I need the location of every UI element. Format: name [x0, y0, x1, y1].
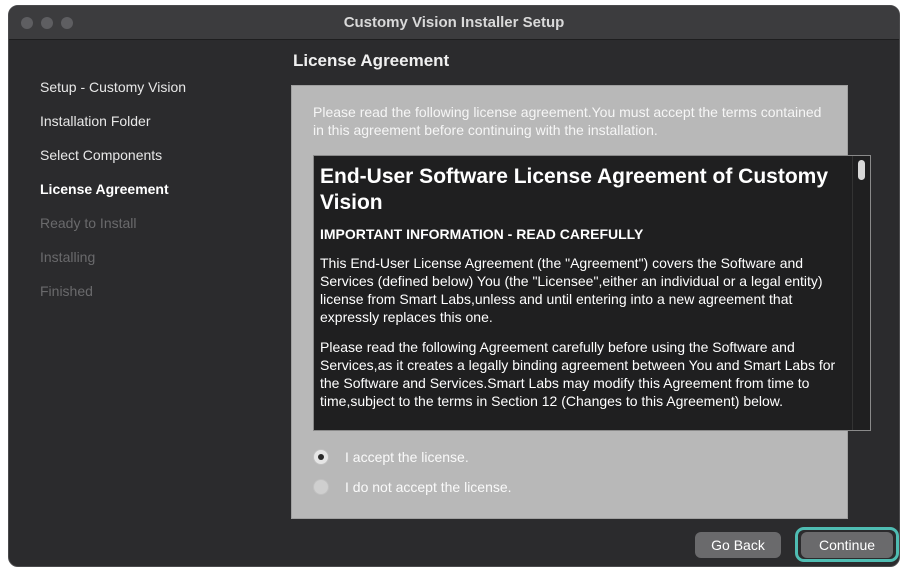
- license-panel: Please read the following license agreem…: [291, 85, 871, 519]
- step-finished: Finished: [40, 283, 93, 299]
- license-scrollbar[interactable]: [852, 156, 870, 430]
- window-title: Customy Vision Installer Setup: [343, 14, 565, 31]
- continue-button[interactable]: Continue: [801, 532, 893, 558]
- step-installation-folder: Installation Folder: [40, 113, 151, 129]
- intro-text: Please read the following license agreem…: [313, 104, 822, 138]
- license-paragraph: This End-User License Agreement (the "Ag…: [320, 255, 823, 325]
- accept-radio-button[interactable]: [313, 449, 329, 465]
- decline-radio-button[interactable]: [313, 479, 329, 495]
- title-bar: Customy Vision Installer Setup: [9, 6, 899, 40]
- license-title: End-User Software License Agreement of C…: [320, 165, 828, 214]
- steps-sidebar: Setup - Customy Vision Installation Fold…: [9, 40, 279, 566]
- step-setup: Setup - Customy Vision: [40, 79, 187, 95]
- step-select-components: Select Components: [40, 147, 163, 163]
- license-text-area[interactable]: End-User Software License Agreement of C…: [313, 155, 871, 431]
- license-paragraph: Please read the following Agreement care…: [320, 339, 836, 409]
- decline-radio-label[interactable]: I do not accept the license.: [345, 479, 512, 495]
- scrollbar-thumb[interactable]: [858, 160, 865, 180]
- step-installing: Installing: [40, 249, 96, 265]
- accept-license-option[interactable]: I accept the license.: [313, 449, 469, 465]
- decline-license-option[interactable]: I do not accept the license.: [313, 479, 512, 495]
- license-subtitle: IMPORTANT INFORMATION - READ CAREFULLY: [320, 226, 644, 242]
- accept-radio-label[interactable]: I accept the license.: [345, 449, 469, 465]
- step-ready-to-install: Ready to Install: [40, 215, 137, 231]
- license-content: End-User Software License Agreement of C…: [320, 162, 850, 430]
- page-title: License Agreement: [293, 51, 450, 70]
- installer-window: Customy Vision Installer Setup Setup - C…: [8, 5, 900, 567]
- step-license-agreement: License Agreement: [40, 181, 169, 197]
- go-back-button[interactable]: Go Back: [695, 532, 781, 558]
